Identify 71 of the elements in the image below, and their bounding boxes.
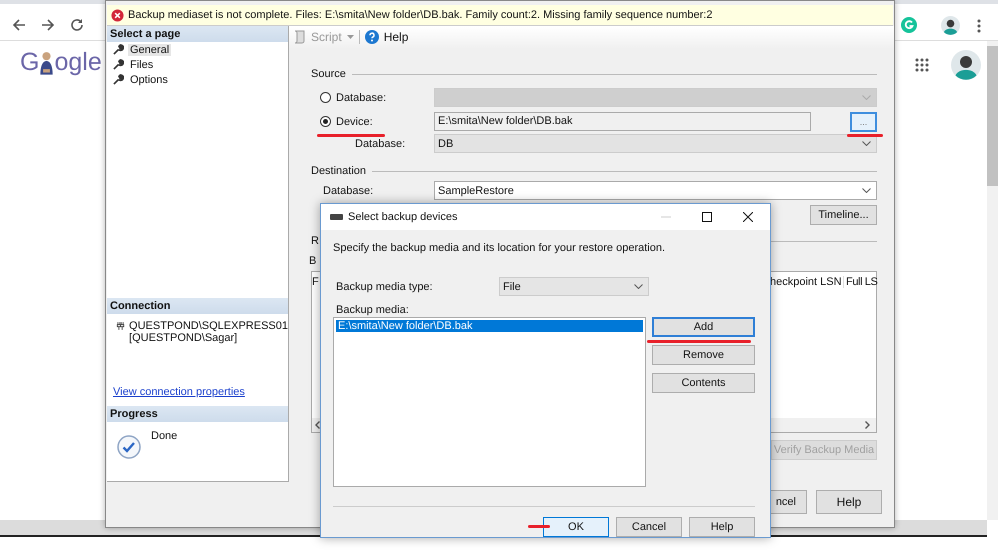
timeline-button[interactable]: Timeline... [810,205,877,225]
database-dropdown[interactable]: SampleRestore [434,181,877,200]
close-icon[interactable] [743,212,753,222]
avatar-icon[interactable] [951,50,981,80]
user-name: [QUESTPOND\Sagar] [129,332,238,344]
connection-properties-link[interactable]: View connection properties [107,386,288,402]
field-label: Backup media type: [335,280,434,292]
field-label: Database: [322,184,374,196]
radio-button[interactable] [320,92,331,103]
figure-drawing [39,49,54,77]
maximize-icon[interactable] [702,212,712,222]
chevron-down-icon [862,95,871,100]
field-label: B [309,255,316,267]
dialog-button[interactable]: Cancel [616,517,682,537]
wrench-icon [113,59,124,70]
menu-icon[interactable] [977,19,981,33]
vertical-scrollbar[interactable] [987,41,998,520]
chevron-right-icon[interactable] [865,421,870,429]
error-icon [111,8,124,22]
help-button[interactable]: Help [816,490,882,514]
dialog-title: Select backup devices [348,211,458,223]
browse-button[interactable]: ... [850,112,877,132]
group-title: Source [311,68,346,80]
section-header: Select a page [107,26,288,42]
dialog-button[interactable]: OK [543,517,609,537]
list-item[interactable]: E:\smita\New folder\DB.bak [336,320,643,332]
radio-button[interactable] [320,116,331,127]
dialog-description: Specify the backup media and its location for your restore operation. [333,242,666,254]
logo-text[interactable]: ogle [54,47,102,77]
reload-icon[interactable] [70,18,84,32]
help-button[interactable]: Help [384,30,408,44]
option-label[interactable]: Database: [336,92,386,104]
device-path-field[interactable]: E:\smita\New folder\DB.bak [434,112,811,131]
page-item[interactable]: Options [128,74,170,86]
chevron-down-icon [862,141,871,146]
group-title: Destination [311,165,366,177]
wrench-icon [113,44,124,55]
apps-grid-icon[interactable] [915,58,929,72]
avatar-icon[interactable] [941,16,960,35]
help-icon[interactable] [364,30,379,44]
section-header: Connection [107,298,288,314]
check-icon [117,435,141,459]
forward-icon[interactable] [41,18,55,32]
column-header[interactable]: Full LS [844,276,876,288]
back-icon[interactable] [12,18,26,32]
plug-icon [116,320,126,332]
error-message: Backup mediaset is not complete. Files: E:\smita\New folder\DB.bak. Family count:2. Missing family sequence number:2 [128,9,712,21]
dialog-button[interactable]: Contents [652,373,755,393]
chevron-down-icon [634,284,643,289]
field-label: Backup media: [336,304,409,316]
script-icon[interactable] [293,30,306,44]
page-item[interactable]: General [128,44,172,56]
tape-drive-icon [330,214,343,220]
chevron-down-icon [862,188,871,193]
group-title: R [311,235,319,247]
dialog-button[interactable]: Remove [652,345,755,365]
database-dropdown[interactable]: DB [434,134,877,153]
logo-text[interactable]: G [20,47,40,77]
wrench-icon [113,74,124,85]
dialog-button[interactable]: Add [652,317,755,337]
server-name: QUESTPOND\SQLEXPRESS01 [129,320,288,332]
caret-icon[interactable] [346,35,354,39]
dialog-button[interactable]: Help [689,517,755,537]
chevron-left-icon[interactable] [315,421,320,429]
option-label[interactable]: Device: [336,116,373,128]
progress-status: Done [151,430,178,444]
section-header: Progress [107,406,288,422]
media-type-dropdown[interactable]: File [499,277,649,296]
page-item[interactable]: Files [128,58,156,70]
field-label: Database: [354,138,406,150]
backup-media-list[interactable]: E:\smita\New folder\DB.bak [333,317,646,487]
